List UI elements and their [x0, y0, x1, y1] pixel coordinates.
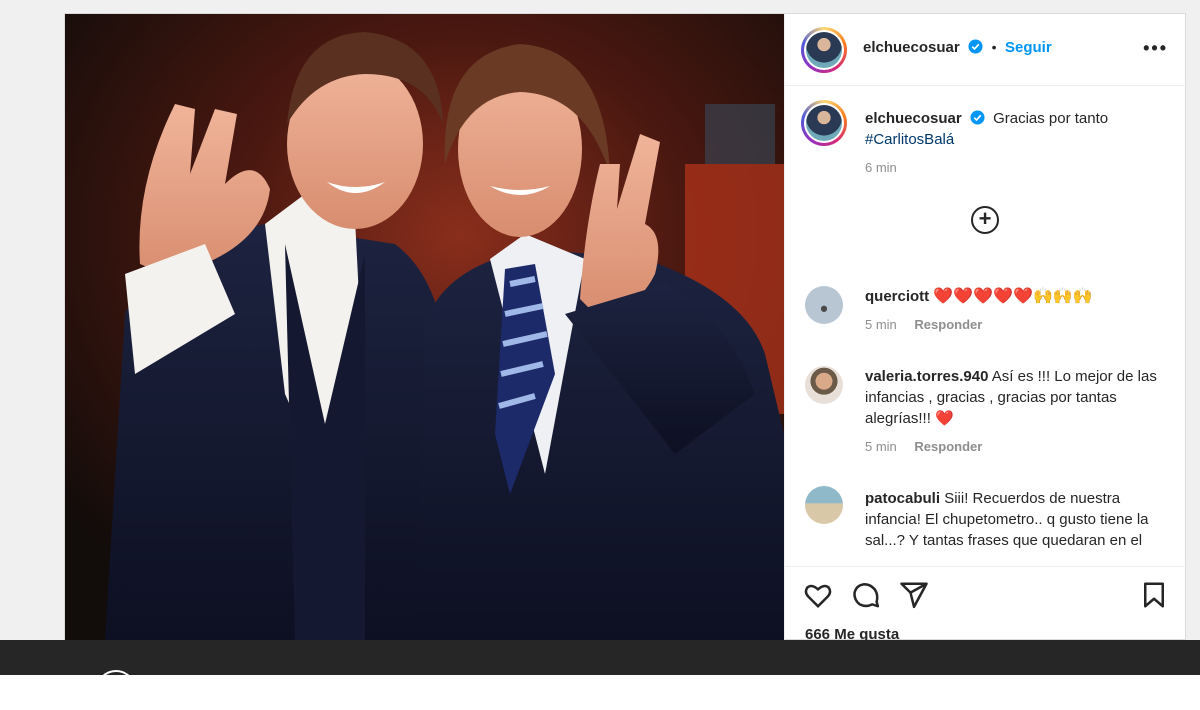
more-options-icon[interactable]: ••• — [1143, 38, 1168, 59]
post-sidebar: elchuecosuar • Seguir ••• elchuecosuar G… — [784, 14, 1188, 643]
reply-button[interactable]: Responder — [914, 439, 982, 454]
bottom-overlay-bar — [0, 640, 1200, 710]
comment-username[interactable]: valeria.torres.940 — [865, 368, 988, 385]
photo-illustration — [65, 14, 784, 641]
separator-dot: • — [991, 39, 997, 55]
comment-text: ❤️❤️❤️❤️❤️🙌🙌🙌 — [933, 288, 1093, 305]
comment: querciott ❤️❤️❤️❤️❤️🙌🙌🙌 5 min Responder — [865, 286, 1170, 332]
post-photo[interactable] — [65, 14, 784, 641]
commenter-avatar[interactable] — [805, 286, 843, 324]
verified-icon — [968, 39, 983, 54]
caption-hashtag[interactable]: #CarlitosBalá — [865, 131, 954, 148]
bottom-circle-icon — [96, 670, 136, 710]
comment: patocabuli Siii! Recuerdos de nuestra in… — [865, 488, 1170, 551]
reply-button[interactable]: Responder — [914, 317, 982, 332]
commenter-avatar[interactable] — [805, 366, 843, 404]
comment: valeria.torres.940 Así es !!! Lo mejor d… — [865, 366, 1170, 454]
action-bar — [785, 566, 1188, 616]
comment-username[interactable]: patocabuli — [865, 490, 940, 507]
page-background: elchuecosuar • Seguir ••• elchuecosuar G… — [0, 0, 1200, 710]
heart-icon[interactable] — [803, 580, 833, 610]
caption-text: Gracias por tanto — [993, 110, 1109, 127]
comments-scroll-area[interactable]: elchuecosuar Gracias por tanto #Carlitos… — [785, 86, 1188, 566]
caption-username[interactable]: elchuecosuar — [865, 110, 962, 127]
commenter-avatar[interactable] — [805, 486, 843, 524]
caption-time: 6 min — [865, 160, 897, 175]
bookmark-icon[interactable] — [1139, 580, 1169, 610]
verified-icon — [970, 110, 985, 125]
caption-avatar[interactable] — [801, 100, 847, 146]
instagram-post: elchuecosuar • Seguir ••• elchuecosuar G… — [64, 13, 1188, 643]
share-icon[interactable] — [899, 580, 929, 610]
post-header: elchuecosuar • Seguir ••• — [785, 14, 1188, 86]
follow-button[interactable]: Seguir — [1005, 39, 1052, 56]
add-comment-icon[interactable]: + — [971, 206, 999, 234]
comment-time: 5 min — [865, 439, 897, 454]
comment-icon[interactable] — [851, 580, 881, 610]
comment-time: 5 min — [865, 317, 897, 332]
author-avatar[interactable] — [801, 27, 847, 73]
author-username[interactable]: elchuecosuar — [863, 39, 960, 56]
caption: elchuecosuar Gracias por tanto #Carlitos… — [865, 108, 1170, 175]
comment-username[interactable]: querciott — [865, 288, 929, 305]
